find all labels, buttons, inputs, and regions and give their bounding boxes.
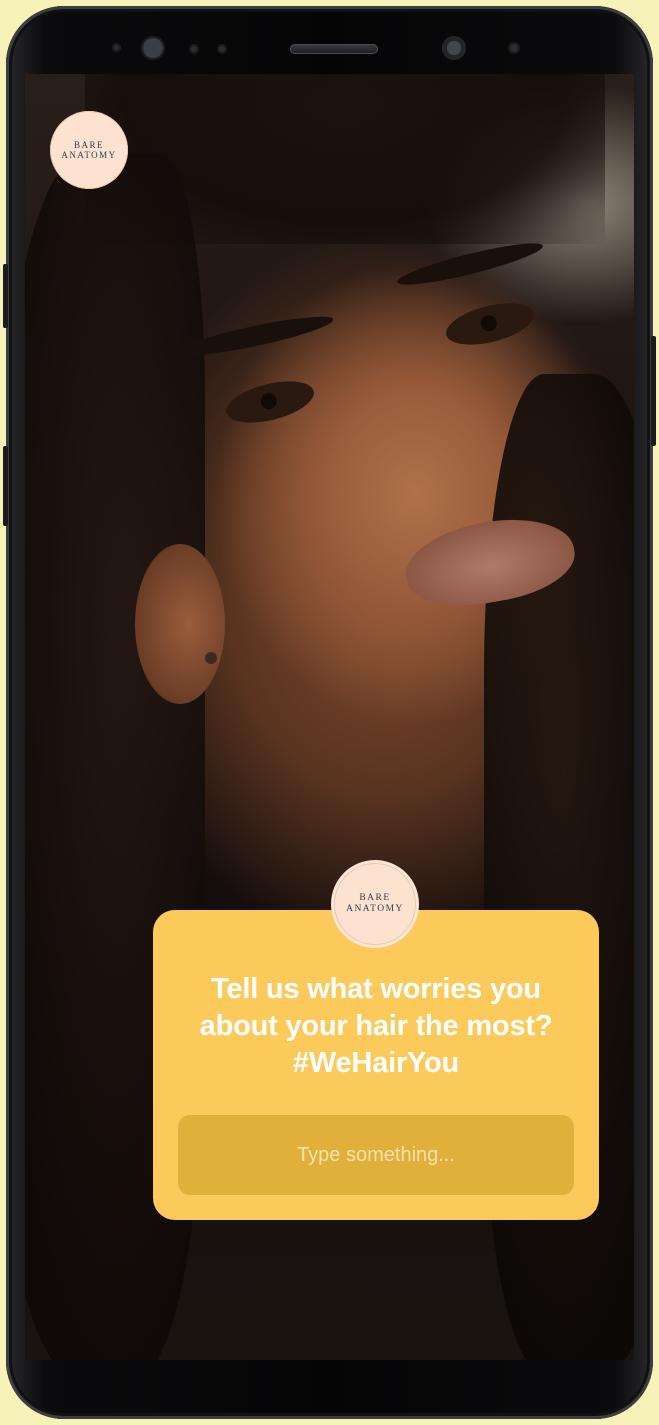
ear-shape xyxy=(135,544,225,704)
question-line: Tell us what worries you xyxy=(211,973,541,1005)
story-screen: BARE ANATOMY Tell us what worries you ab… xyxy=(25,74,634,1360)
brand-logo-line2: ANATOMY xyxy=(61,150,117,160)
hashtag-line: #WeHairYou xyxy=(292,1047,460,1079)
eyebrow-right xyxy=(394,236,546,292)
bixby-button xyxy=(3,446,8,526)
volume-button xyxy=(3,264,8,328)
proximity-sensor-icon xyxy=(189,44,199,54)
proximity-sensor-icon xyxy=(508,42,520,54)
front-camera-icon xyxy=(442,36,466,60)
question-line: about your hair the most? xyxy=(199,1010,553,1042)
top-bezel xyxy=(6,6,653,74)
question-sticker: Tell us what worries you about your hair… xyxy=(153,910,599,1220)
brand-logo-line2: ANATOMY xyxy=(346,904,404,914)
earpiece-speaker-icon xyxy=(290,44,378,54)
proximity-sensor-icon xyxy=(217,44,227,54)
brand-logo-line1: BARE xyxy=(359,893,391,904)
phone-frame: BARE ANATOMY Tell us what worries you ab… xyxy=(3,6,656,1419)
eye-left xyxy=(221,373,319,431)
question-text: Tell us what worries you about your hair… xyxy=(163,971,589,1082)
hair-shape xyxy=(85,74,605,244)
brand-logo-line1: BARE xyxy=(73,139,104,150)
question-answer-input[interactable]: Type something... xyxy=(178,1115,574,1195)
earring xyxy=(205,652,217,664)
bottom-bezel xyxy=(6,1355,653,1419)
brand-logo-badge[interactable]: BARE ANATOMY xyxy=(50,111,128,189)
power-button xyxy=(651,336,656,446)
eye-right xyxy=(441,295,539,353)
proximity-sensor-icon xyxy=(112,43,121,52)
iris-scanner-icon xyxy=(141,36,165,60)
question-sticker-avatar: BARE ANATOMY xyxy=(334,863,416,945)
